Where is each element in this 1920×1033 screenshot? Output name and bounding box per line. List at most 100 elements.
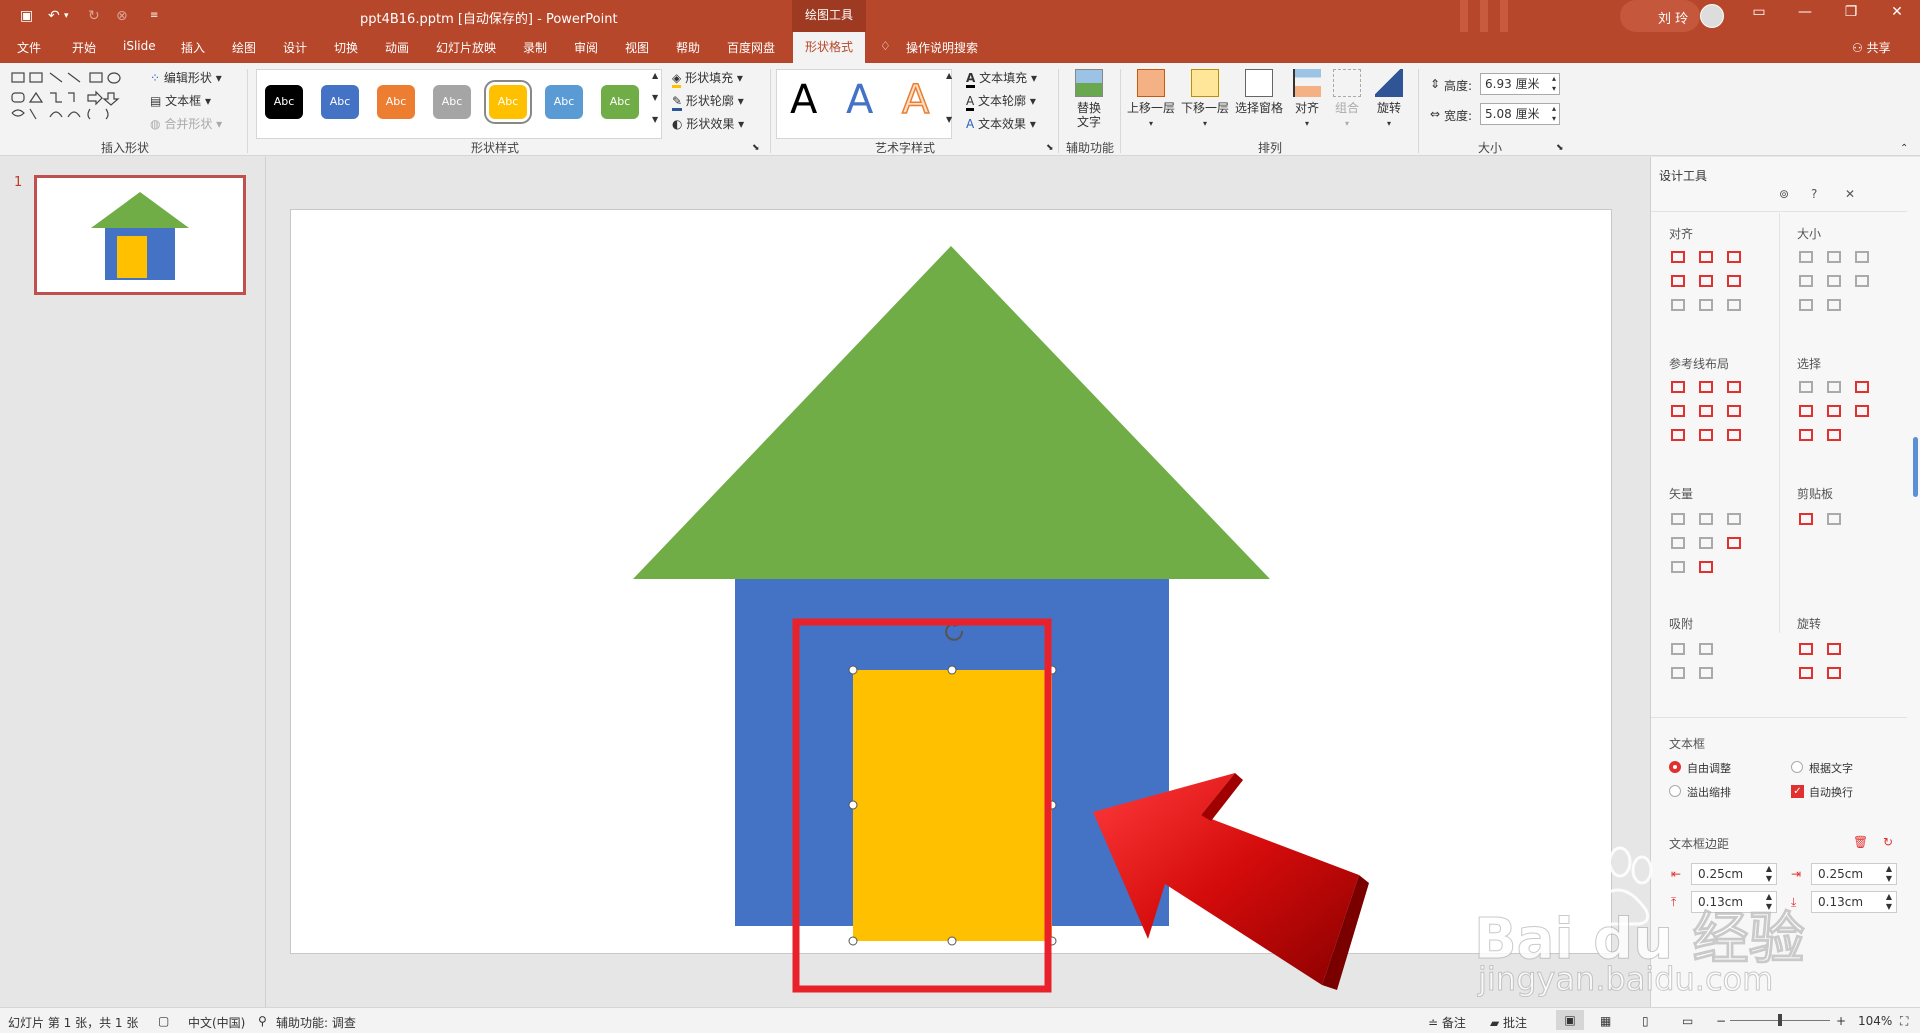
gallery-scroll-up-icon[interactable]: ▲	[652, 71, 658, 80]
design-tool-icon[interactable]	[1727, 275, 1741, 287]
tab-transitions[interactable]: 切换	[334, 39, 358, 56]
tab-shape-format[interactable]: 形状格式	[793, 32, 865, 63]
design-tool-icon[interactable]	[1827, 381, 1841, 393]
design-tool-icon[interactable]	[1799, 299, 1813, 311]
edit-shape-button[interactable]: ⁘ 编辑形状 ▾	[150, 69, 222, 86]
shape-style-swatch[interactable]: Abc	[433, 85, 471, 119]
design-tool-icon[interactable]	[1799, 513, 1813, 525]
wordart-style-black[interactable]: A	[790, 77, 817, 123]
shape-fill-button[interactable]: ◈ 形状填充 ▾	[672, 69, 743, 88]
margin-top-input[interactable]: 0.13cm ▲ ▼	[1691, 891, 1777, 913]
selection-pane-button[interactable]: 选择窗格	[1234, 69, 1284, 115]
height-spinner[interactable]: 6.93 厘米 ▴ ▾	[1480, 73, 1560, 95]
slide-thumbnail[interactable]	[34, 175, 246, 295]
tab-help[interactable]: 帮助	[676, 39, 700, 56]
tab-draw[interactable]: 绘图	[232, 39, 256, 56]
design-tool-icon[interactable]	[1799, 251, 1813, 263]
design-tool-icon[interactable]	[1671, 513, 1685, 525]
design-tool-icon[interactable]	[1855, 251, 1869, 263]
design-tool-icon[interactable]	[1671, 405, 1685, 417]
door-rectangle[interactable]	[853, 670, 1052, 941]
resize-handle[interactable]	[848, 665, 858, 675]
reset-icon[interactable]: ↻	[1883, 835, 1893, 849]
comments-button[interactable]: ▰ 批注	[1490, 1014, 1527, 1031]
design-tool-icon[interactable]	[1799, 667, 1813, 679]
wordart-style-orange-outline[interactable]: A	[901, 76, 930, 124]
design-tool-icon[interactable]	[1699, 561, 1713, 573]
tab-islide[interactable]: iSlide	[123, 39, 156, 53]
design-tool-icon[interactable]	[1855, 275, 1869, 287]
undo-icon[interactable]: ↶	[48, 6, 60, 26]
design-tool-icon[interactable]	[1671, 429, 1685, 441]
auto-adjust-radio[interactable]	[1669, 761, 1681, 773]
design-tool-icon[interactable]	[1799, 643, 1813, 655]
design-tool-icon[interactable]	[1727, 405, 1741, 417]
text-effects-button[interactable]: A 文本效果 ▾	[966, 115, 1036, 132]
fit-text-radio[interactable]	[1791, 761, 1803, 773]
design-tool-icon[interactable]	[1855, 405, 1869, 417]
design-tool-icon[interactable]	[1727, 251, 1741, 263]
wordart-style-blue[interactable]: A	[846, 77, 873, 123]
text-fill-button[interactable]: A 文本填充 ▾	[966, 69, 1037, 88]
tell-me-search[interactable]: 操作说明搜索	[906, 39, 978, 56]
restore-button[interactable]: ❐	[1836, 4, 1866, 20]
design-tool-icon[interactable]	[1727, 537, 1741, 549]
shape-styles-dialog-launcher-icon[interactable]: ⬊	[752, 143, 760, 153]
design-tool-icon[interactable]	[1699, 667, 1713, 679]
design-tool-icon[interactable]	[1699, 275, 1713, 287]
shape-style-swatch[interactable]: Abc	[377, 85, 415, 119]
resize-handle[interactable]	[848, 800, 858, 810]
zoom-level[interactable]: 104%	[1858, 1014, 1892, 1028]
pane-help-icon[interactable]: ?	[1811, 187, 1817, 201]
zoom-slider-thumb[interactable]	[1778, 1014, 1782, 1026]
tab-file[interactable]: 文件	[17, 39, 41, 56]
collapse-ribbon-icon[interactable]: ⌃	[1900, 143, 1908, 154]
design-tool-icon[interactable]	[1699, 513, 1713, 525]
fit-to-window-icon[interactable]: ⛶	[1900, 1014, 1908, 1029]
design-tool-icon[interactable]	[1699, 643, 1713, 655]
save-icon[interactable]: ▣	[20, 6, 33, 26]
close-button[interactable]: ✕	[1882, 4, 1912, 20]
tab-view[interactable]: 视图	[625, 39, 649, 56]
wordart-more-icon[interactable]: ▼	[946, 115, 952, 124]
design-tool-icon[interactable]	[1827, 667, 1841, 679]
avatar[interactable]	[1700, 4, 1724, 28]
tab-design[interactable]: 设计	[283, 39, 307, 56]
tab-animations[interactable]: 动画	[385, 39, 409, 56]
design-tool-icon[interactable]	[1799, 429, 1813, 441]
design-tool-icon[interactable]	[1799, 381, 1813, 393]
ribbon-display-icon[interactable]: ▭	[1744, 4, 1774, 20]
tab-slideshow[interactable]: 幻灯片放映	[436, 39, 496, 56]
design-tool-icon[interactable]	[1699, 251, 1713, 263]
design-tool-icon[interactable]	[1827, 251, 1841, 263]
shape-style-swatch[interactable]: Abc	[265, 85, 303, 119]
wordart-scroll-up-icon[interactable]: ▲	[946, 71, 952, 80]
design-tool-icon[interactable]	[1827, 405, 1841, 417]
design-tool-icon[interactable]	[1671, 667, 1685, 679]
align-button[interactable]: 对齐 ▾	[1290, 69, 1324, 131]
tab-record[interactable]: 录制	[523, 39, 547, 56]
shape-gallery[interactable]	[10, 69, 138, 131]
design-tool-icon[interactable]	[1671, 275, 1685, 287]
design-tool-icon[interactable]	[1699, 537, 1713, 549]
text-outline-button[interactable]: A 文本轮廓 ▾	[966, 92, 1036, 111]
design-tool-icon[interactable]	[1727, 513, 1741, 525]
wordart-dialog-launcher-icon[interactable]: ⬊	[1046, 143, 1054, 153]
design-tool-icon[interactable]	[1727, 429, 1741, 441]
slide-editing-area[interactable]	[267, 157, 1650, 1007]
rotate-button[interactable]: 旋转 ▾	[1372, 69, 1406, 131]
design-tool-icon[interactable]	[1699, 405, 1713, 417]
send-backward-button[interactable]: 下移一层 ▾	[1180, 69, 1230, 131]
notes-button[interactable]: ≐ 备注	[1428, 1014, 1466, 1031]
design-tool-icon[interactable]	[1855, 381, 1869, 393]
design-tool-icon[interactable]	[1671, 561, 1685, 573]
pane-settings-icon[interactable]: ⊚	[1779, 187, 1789, 201]
tab-baidu-netdisk[interactable]: 百度网盘	[727, 39, 775, 56]
repeat-icon[interactable]: ⊗	[116, 6, 128, 26]
spellcheck-icon[interactable]: ▢	[158, 1014, 169, 1028]
resize-handle[interactable]	[947, 936, 957, 946]
group-button[interactable]: 组合 ▾	[1330, 69, 1364, 131]
undo-dropdown-icon[interactable]: ▾	[64, 6, 69, 26]
shape-outline-button[interactable]: ✎ 形状轮廓 ▾	[672, 92, 744, 111]
design-tool-icon[interactable]	[1827, 643, 1841, 655]
